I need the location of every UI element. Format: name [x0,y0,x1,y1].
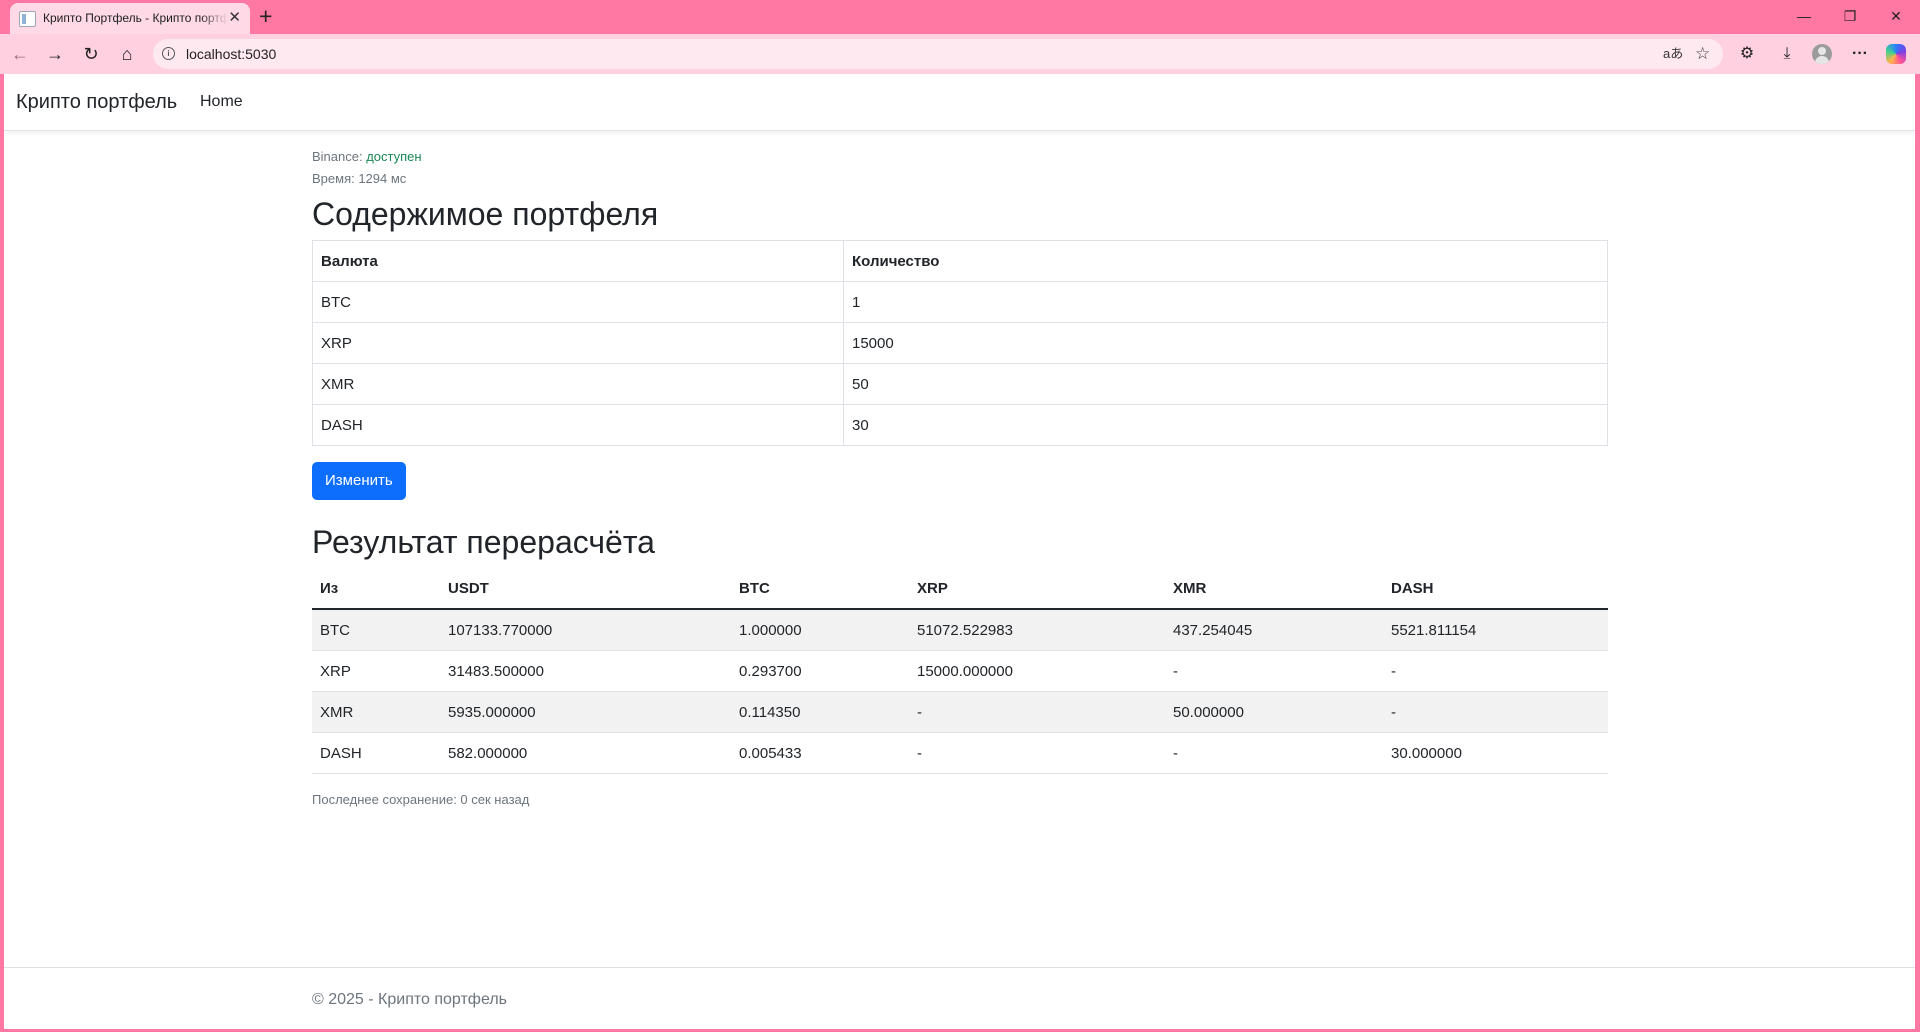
response-time: Время: 1294 мс [312,171,407,186]
table-row: DASH 30 [312,404,1608,446]
copilot-icon[interactable] [1886,44,1906,64]
column-header-currency: Валюта [312,240,844,282]
table-cell: 15000 [843,322,1608,364]
table-cell: 5935.000000 [440,691,731,733]
site-info-icon[interactable]: i [162,47,175,60]
page-favicon-icon [19,11,36,27]
table-cell: 15000.000000 [909,650,1165,692]
extensions-icon[interactable]: ⚙ [1733,42,1761,66]
footer-copyright: © 2025 - Крипто портфель [312,991,507,1008]
table-cell: XMR [312,363,844,405]
table-cell: 50.000000 [1165,691,1383,733]
table-cell: - [1383,650,1608,692]
table-cell: 1.000000 [731,609,909,651]
address-bar[interactable]: i localhost:5030 aあ ☆ [153,39,1723,69]
table-cell: - [1383,691,1608,733]
table-cell: BTC [312,281,844,323]
column-header-xrp: XRP [909,568,1165,610]
edit-portfolio-button[interactable]: Изменить [312,462,406,500]
site-footer: © 2025 - Крипто портфель [4,967,1915,1029]
table-cell: 5521.811154 [1383,609,1608,651]
table-row: BTC 1 [312,281,1608,323]
nav-link-home[interactable]: Home [200,93,243,111]
forward-icon[interactable]: → [42,42,68,66]
table-cell: XRP [312,650,440,692]
table-cell: 0.005433 [731,732,909,774]
table-row: XMR 5935.000000 0.114350 - 50.000000 - [312,691,1608,733]
reload-icon[interactable]: ↻ [78,42,104,66]
main-content: Binance: доступен Время: 1294 мс Содержи… [312,146,1608,807]
table-cell: 107133.770000 [440,609,731,651]
read-aloud-icon[interactable]: aあ [1663,44,1683,64]
column-header-amount: Количество [843,240,1608,282]
table-cell: DASH [312,732,440,774]
table-row: BTC 107133.770000 1.000000 51072.522983 … [312,609,1608,651]
browser-toolbar: ← → ↻ ⌂ i localhost:5030 aあ ☆ ⚙ ⤓ ··· [0,34,1920,74]
tab-title: Крипто Портфель - Крипто портфель [43,11,228,25]
browser-titlebar: Крипто Портфель - Крипто портфель ✕ + — … [0,0,1920,34]
column-header-xmr: XMR [1165,568,1383,610]
column-header-usdt: USDT [440,568,731,610]
settings-menu-icon[interactable]: ··· [1846,42,1874,66]
profile-avatar-icon[interactable] [1812,44,1832,64]
table-cell: DASH [312,404,844,446]
table-row: DASH 582.000000 0.005433 - - 30.000000 [312,732,1608,774]
back-icon[interactable]: ← [7,42,33,66]
table-row: XMR 50 [312,363,1608,405]
downloads-icon[interactable]: ⤓ [1773,42,1801,66]
table-cell: 582.000000 [440,732,731,774]
home-icon[interactable]: ⌂ [114,42,140,66]
table-cell: 0.293700 [731,650,909,692]
table-cell: 0.114350 [731,691,909,733]
table-cell: 50 [843,363,1608,405]
table-header-row: Из USDT BTC XRP XMR DASH [312,568,1608,610]
url-text[interactable]: localhost:5030 [186,46,276,62]
table-cell: 1 [843,281,1608,323]
table-cell: 30 [843,404,1608,446]
binance-status-value: доступен [366,149,422,164]
table-cell: BTC [312,609,440,651]
column-header-dash: DASH [1383,568,1608,610]
table-cell: 31483.500000 [440,650,731,692]
table-cell: - [1165,732,1383,774]
favorite-star-icon[interactable]: ☆ [1695,44,1710,64]
table-cell: XRP [312,322,844,364]
table-cell: XMR [312,691,440,733]
table-cell: - [909,732,1165,774]
portfolio-table: Валюта Количество BTC 1 XRP 15000 XMR 50 [312,240,1608,446]
table-cell: 30.000000 [1383,732,1608,774]
table-row: XRP 31483.500000 0.293700 15000.000000 -… [312,650,1608,692]
restore-button[interactable]: ❐ [1827,6,1873,26]
results-title: Результат перерасчёта [312,524,655,560]
column-header-btc: BTC [731,568,909,610]
table-cell: 437.254045 [1165,609,1383,651]
last-saved-text: Последнее сохранение: 0 сек назад [312,792,530,807]
table-cell: - [1165,650,1383,692]
results-table: Из USDT BTC XRP XMR DASH BTC 107133.7700… [312,568,1608,774]
portfolio-title: Содержимое портфеля [312,196,659,232]
table-cell: 51072.522983 [909,609,1165,651]
navbar-brand[interactable]: Крипто портфель [16,91,177,114]
table-cell: - [909,691,1165,733]
browser-tab[interactable]: Крипто Портфель - Крипто портфель ✕ [10,3,250,34]
minimize-button[interactable]: — [1781,6,1827,26]
binance-status: Binance: доступен [312,146,1608,168]
table-header-row: Валюта Количество [312,240,1608,282]
close-window-button[interactable]: ✕ [1873,6,1919,26]
page-viewport: Крипто портфель Home Binance: доступен В… [4,74,1915,1029]
binance-label: Binance: [312,149,363,164]
column-header-from: Из [312,568,440,610]
new-tab-button[interactable]: + [259,3,272,29]
site-navbar: Крипто портфель Home [4,74,1915,131]
table-row: XRP 15000 [312,322,1608,364]
close-tab-icon[interactable]: ✕ [228,9,241,27]
